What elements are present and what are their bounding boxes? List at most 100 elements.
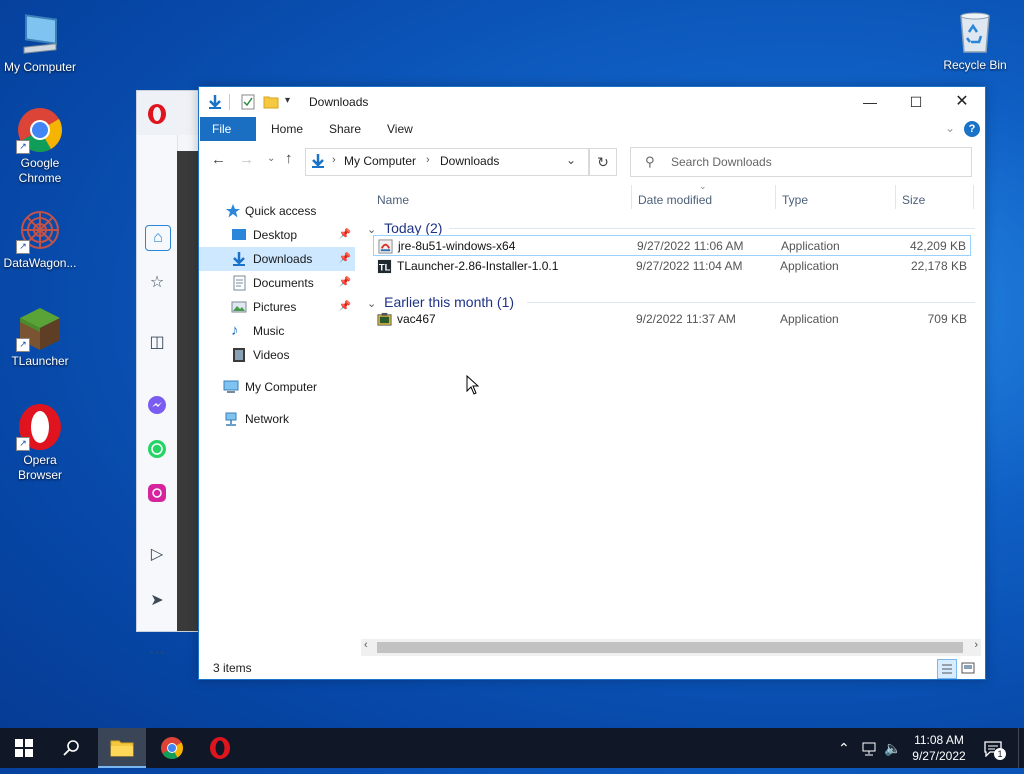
quick-access-toolbar-dropdown-icon[interactable]: ▾ (285, 95, 290, 106)
nav-desktop[interactable]: Desktop 📌 (199, 223, 355, 247)
messenger-icon[interactable] (145, 393, 169, 417)
system-clock[interactable]: 11:08 AM 9/27/2022 (906, 732, 972, 764)
opera-window[interactable]: ⌂ ☆ ◫ ▷ ➤ ··· (136, 90, 204, 661)
music-note-icon: ♪ (231, 322, 239, 339)
desktop-icon-datawagon[interactable]: ↗ DataWagon... (0, 206, 80, 271)
scroll-right-icon[interactable]: › (974, 639, 978, 651)
title-bar[interactable]: ▾ Downloads — ☐ ✕ (199, 87, 985, 117)
breadcrumb-downloads[interactable]: Downloads (440, 154, 499, 168)
large-icons-view-icon[interactable] (959, 659, 977, 677)
home-icon[interactable]: ⌂ (145, 225, 171, 251)
group-divider (449, 228, 975, 229)
instagram-icon[interactable] (145, 481, 169, 505)
grass-block-icon: ↗ (16, 304, 64, 352)
nav-item-label: Pictures (253, 300, 297, 314)
taskbar-file-explorer[interactable] (98, 728, 146, 768)
nav-pictures[interactable]: Pictures 📌 (199, 295, 355, 319)
refresh-button[interactable]: ↻ (589, 148, 617, 176)
expand-ribbon-icon[interactable]: ⌄ (945, 121, 955, 135)
nav-videos[interactable]: Videos (199, 343, 355, 367)
notifications-button[interactable]: 1 (984, 728, 1008, 768)
more-icon[interactable]: ··· (145, 641, 169, 665)
nav-documents[interactable]: Documents 📌 (199, 271, 355, 295)
taskbar-google-chrome[interactable] (148, 728, 196, 768)
table-row[interactable]: vac467 9/2/2022 11:37 AM Application 709… (373, 309, 971, 330)
forward-arrow-icon[interactable]: → (239, 151, 254, 168)
scrollbar-thumb[interactable] (377, 642, 963, 653)
nav-downloads[interactable]: Downloads 📌 (199, 247, 355, 271)
status-bar: 3 items (199, 657, 985, 679)
taskbar-opera[interactable] (196, 728, 244, 768)
volume-icon[interactable]: 🔈 (884, 728, 901, 768)
desktop-icon-opera-browser[interactable]: ↗ Opera Browser (0, 403, 80, 483)
window-title: Downloads (309, 95, 369, 109)
address-dropdown-icon[interactable]: ⌄ (566, 153, 576, 167)
star-icon (226, 204, 240, 218)
star-icon[interactable]: ☆ (145, 271, 169, 295)
nav-my-computer[interactable]: My Computer (199, 375, 355, 399)
start-button[interactable] (0, 728, 48, 768)
tab-view[interactable]: View (375, 117, 425, 141)
desktop-icon-label: TLauncher (11, 354, 69, 368)
nav-quick-access[interactable]: Quick access (199, 199, 355, 223)
column-header-name[interactable]: Name (377, 189, 409, 211)
help-icon[interactable]: ? (964, 121, 980, 137)
tab-home[interactable]: Home (259, 117, 315, 141)
address-bar[interactable]: › My Computer › Downloads ⌄ (305, 148, 589, 176)
table-row[interactable]: TL TLauncher-2.86-Installer-1.0.1 9/27/2… (373, 256, 971, 277)
clock-time: 11:08 AM (914, 733, 964, 747)
datawagon-icon: ↗ (16, 206, 64, 254)
nav-music[interactable]: ♪ Music (199, 319, 355, 343)
desktop-icon-label: Google Chrome (18, 156, 62, 185)
properties-icon[interactable] (241, 94, 255, 110)
desktop-icon-my-computer[interactable]: My Computer (0, 10, 80, 75)
search-box[interactable]: ⚲ Search Downloads (630, 147, 972, 177)
nav-item-label: Desktop (253, 228, 298, 242)
play-icon[interactable]: ▷ (145, 543, 169, 567)
details-view-icon[interactable] (937, 659, 957, 679)
column-separator (895, 185, 896, 209)
desktop-icon-recycle-bin[interactable]: Recycle Bin (935, 8, 1015, 73)
up-arrow-icon[interactable]: ↑ (285, 150, 293, 167)
bag-icon[interactable]: ◫ (145, 331, 169, 355)
chrome-icon (161, 737, 183, 759)
minimize-button[interactable]: — (847, 87, 893, 117)
column-header-size[interactable]: Size (902, 189, 925, 211)
breadcrumb-my-computer[interactable]: My Computer (344, 154, 416, 168)
column-header-date-modified[interactable]: Date modified (638, 189, 712, 211)
show-hidden-icons-chevron-icon[interactable]: ⌃ (838, 728, 850, 768)
table-row[interactable]: jre-8u51-windows-x64 9/27/2022 11:06 AM … (373, 235, 971, 256)
column-header-type[interactable]: Type (782, 189, 808, 211)
nav-item-label: Videos (253, 348, 290, 362)
opera-logo-icon[interactable] (147, 103, 167, 125)
new-folder-icon[interactable] (263, 95, 279, 109)
documents-icon (233, 275, 246, 291)
pin-icon: 📌 (338, 301, 351, 312)
search-input[interactable]: Search Downloads (671, 155, 772, 169)
scroll-left-icon[interactable]: ‹ (364, 639, 368, 651)
network-status-icon[interactable] (862, 728, 878, 768)
close-button[interactable]: ✕ (939, 87, 985, 117)
file-explorer-window[interactable]: ▾ Downloads — ☐ ✕ File Home Share View ⌄… (198, 86, 986, 680)
file-name: TLauncher-2.86-Installer-1.0.1 (397, 259, 559, 273)
whatsapp-icon[interactable] (145, 437, 169, 461)
maximize-button[interactable]: ☐ (893, 87, 939, 117)
file-type: Application (780, 312, 839, 326)
recent-locations-chevron-icon[interactable]: ⌄ (267, 153, 275, 164)
send-icon[interactable]: ➤ (145, 589, 169, 613)
pin-icon: 📌 (338, 229, 351, 240)
desktop-icon-google-chrome[interactable]: ↗ Google Chrome (0, 106, 80, 186)
nav-network[interactable]: Network (199, 407, 355, 431)
tab-file[interactable]: File (200, 117, 256, 141)
search-button[interactable] (48, 728, 96, 768)
horizontal-scrollbar[interactable]: ‹ › (361, 639, 981, 656)
tab-share[interactable]: Share (317, 117, 373, 141)
download-arrow-icon (209, 95, 221, 109)
taskbar: ⌃ 🔈 11:08 AM 9/27/2022 1 (0, 728, 1024, 768)
opera-icon (210, 737, 230, 759)
desktop-icon-tlauncher[interactable]: ↗ TLauncher (0, 304, 80, 369)
nav-item-label: Documents (253, 276, 314, 290)
opera-toolbar (137, 91, 203, 135)
show-desktop-button[interactable] (1018, 728, 1024, 768)
back-arrow-icon[interactable]: ← (211, 151, 226, 168)
